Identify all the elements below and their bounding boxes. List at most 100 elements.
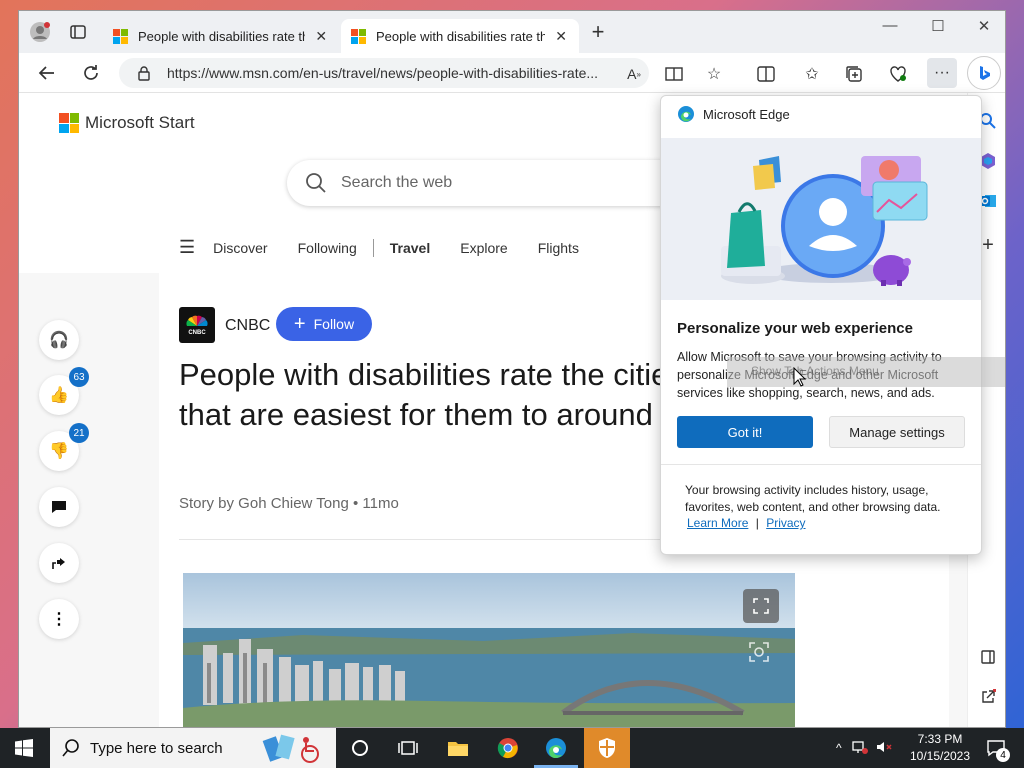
msn-favicon-icon — [351, 28, 366, 44]
follow-label: Follow — [313, 316, 355, 332]
privacy-link[interactable]: Privacy — [766, 516, 805, 530]
source-name[interactable]: CNBC — [225, 317, 270, 335]
more-actions-icon[interactable]: ⋮ — [39, 599, 79, 639]
article-photo — [183, 573, 795, 727]
nav-divider — [372, 238, 374, 257]
nav-following[interactable]: Following — [298, 240, 357, 256]
chrome-icon[interactable] — [494, 734, 522, 762]
show-hidden-icons-icon[interactable]: ^ — [836, 741, 842, 755]
popup-header-text: Microsoft Edge — [703, 106, 790, 122]
new-tab-icon[interactable]: + — [585, 19, 611, 45]
search-icon — [62, 739, 79, 757]
maximize-icon[interactable]: ☐ — [923, 17, 953, 35]
link-separator: | — [755, 516, 759, 530]
svg-text:CNBC: CNBC — [188, 330, 206, 335]
search-icon — [306, 173, 326, 193]
msn-favicon-icon — [113, 28, 128, 44]
tab-actions-icon[interactable] — [65, 19, 91, 45]
immersive-reader-icon[interactable] — [661, 61, 687, 87]
back-icon[interactable] — [35, 61, 59, 85]
personalize-illustration — [661, 138, 981, 300]
close-window-icon[interactable]: ✕ — [969, 17, 999, 35]
microsoft-start-logo[interactable]: Microsoft Start — [59, 113, 195, 133]
split-screen-icon[interactable] — [753, 61, 779, 87]
lock-icon — [138, 66, 150, 81]
read-aloud-icon[interactable]: A» — [621, 61, 647, 87]
plus-icon: + — [293, 312, 306, 335]
windows-start-icon[interactable] — [10, 734, 38, 762]
system-tray: ^ — [836, 728, 892, 768]
profile-icon[interactable] — [27, 19, 53, 45]
close-tab-icon[interactable]: ✕ — [313, 28, 329, 45]
popup-title: Personalize your web experience — [677, 320, 913, 337]
hide-sidebar-icon[interactable] — [976, 645, 1000, 669]
tab-1[interactable]: People with disabilities rate the t ✕ — [103, 19, 339, 53]
popup-links: Learn More | Privacy — [687, 516, 806, 530]
microsoft-logo-icon — [59, 113, 79, 133]
more-options-icon[interactable]: ··· — [927, 58, 957, 88]
browser-window: People with disabilities rate the t ✕ Pe… — [18, 10, 1006, 728]
mouse-cursor-icon — [793, 367, 807, 387]
clock-date: 10/15/2023 — [909, 749, 971, 763]
search-highlight-icon — [262, 734, 319, 763]
got-it-button[interactable]: Got it! — [677, 416, 813, 448]
collections-icon[interactable] — [841, 61, 867, 87]
clock-time: 7:33 PM — [917, 732, 963, 746]
browser-essentials-icon[interactable] — [885, 61, 911, 87]
share-icon[interactable] — [39, 543, 79, 583]
shield-icon — [599, 738, 615, 758]
toolbar: https://www.msn.com/en-us/travel/news/pe… — [19, 53, 1005, 93]
refresh-icon[interactable] — [79, 61, 103, 85]
taskbar: Type here to search ^ 7:33 PM 10/15/2023… — [0, 728, 1024, 768]
external-link-icon[interactable] — [976, 685, 1000, 709]
cortana-icon[interactable] — [346, 734, 374, 762]
learn-more-link[interactable]: Learn More — [687, 516, 748, 530]
search-placeholder: Search the web — [341, 174, 453, 191]
search-input[interactable]: Search the web — [287, 160, 707, 206]
task-view-icon[interactable] — [394, 734, 422, 762]
like-count-badge: 63 — [69, 367, 89, 387]
popup-note: Your browsing activity includes history,… — [685, 483, 941, 514]
tab-2[interactable]: People with disabilities rate the t ✕ — [341, 19, 579, 53]
brand-name: Microsoft Start — [85, 113, 195, 132]
bing-copilot-icon[interactable] — [967, 56, 1001, 90]
follow-button[interactable]: + Follow — [276, 307, 372, 341]
edge-taskbar-icon[interactable] — [542, 734, 570, 762]
tab-2-title: People with disabilities rate the t — [376, 28, 546, 44]
favorite-star-icon[interactable]: ☆ — [701, 61, 727, 87]
category-nav: ☰ Discover Following Travel Explore Flig… — [179, 237, 609, 258]
cnbc-logo-icon[interactable]: CNBC — [179, 307, 215, 343]
close-tab-icon[interactable]: ✕ — [553, 28, 569, 45]
security-app-button[interactable] — [584, 728, 630, 768]
article-byline: Story by Goh Chiew Tong • 11mo — [179, 495, 399, 512]
taskbar-search-placeholder: Type here to search — [90, 739, 223, 757]
nav-travel[interactable]: Travel — [390, 240, 430, 256]
file-explorer-icon[interactable] — [444, 734, 472, 762]
clock[interactable]: 7:33 PM 10/15/2023 — [902, 731, 978, 765]
listen-icon[interactable]: 🎧 — [39, 320, 79, 360]
notifications-icon[interactable]: 4 — [982, 734, 1010, 762]
url-text: https://www.msn.com/en-us/travel/news/pe… — [167, 65, 599, 81]
popup-header: Microsoft Edge — [677, 105, 790, 123]
edge-logo-icon — [678, 106, 694, 122]
personalize-popup: Microsoft Edge Personalize your web expe… — [660, 95, 982, 555]
volume-muted-icon[interactable] — [876, 740, 892, 757]
network-icon[interactable] — [851, 740, 868, 757]
nav-discover[interactable]: Discover — [213, 240, 267, 256]
notification-count-badge: 4 — [996, 748, 1010, 762]
address-bar[interactable]: https://www.msn.com/en-us/travel/news/pe… — [119, 58, 649, 88]
hamburger-menu-icon[interactable]: ☰ — [179, 237, 195, 258]
fullscreen-icon[interactable] — [743, 589, 779, 623]
tooltip: Show Tab Actions Menu — [727, 357, 1005, 387]
taskbar-search-input[interactable]: Type here to search — [50, 728, 336, 768]
comment-icon[interactable] — [39, 487, 79, 527]
divider — [661, 464, 981, 465]
dislike-count-badge: 21 — [69, 423, 89, 443]
nav-flights[interactable]: Flights — [538, 240, 579, 256]
favorites-icon[interactable]: ✩ — [799, 61, 825, 87]
manage-settings-button[interactable]: Manage settings — [829, 416, 965, 448]
nav-explore[interactable]: Explore — [460, 240, 507, 256]
minimize-icon[interactable]: — — [875, 17, 905, 34]
tab-bar: People with disabilities rate the t ✕ Pe… — [19, 11, 1005, 53]
visual-search-icon[interactable] — [741, 635, 777, 669]
